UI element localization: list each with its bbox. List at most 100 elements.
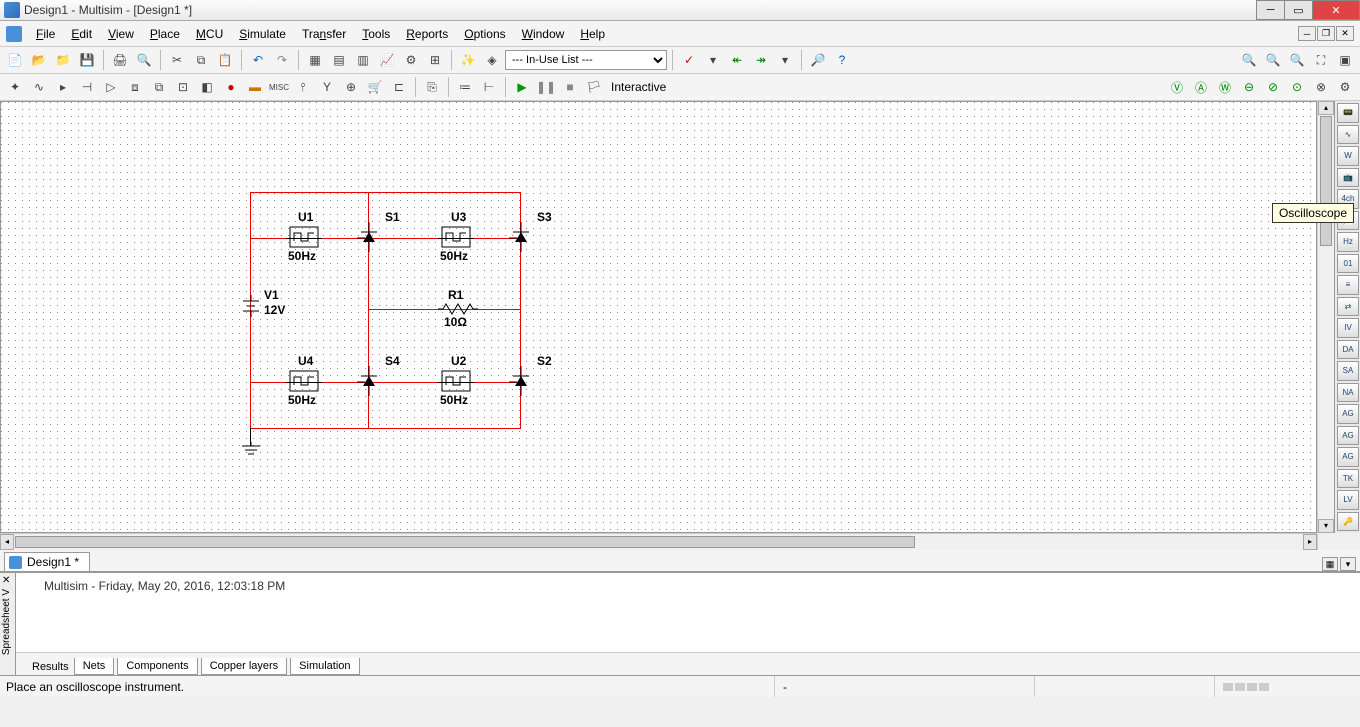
- component-v1[interactable]: [239, 295, 263, 317]
- component-s3[interactable]: [509, 222, 533, 252]
- place-ni-button[interactable]: 🛒: [364, 76, 386, 98]
- agilent-scope-icon[interactable]: AG: [1337, 447, 1359, 467]
- probe-ref-button[interactable]: ⊘: [1262, 76, 1284, 98]
- menu-view[interactable]: View: [100, 23, 142, 45]
- logic-converter-icon[interactable]: ⇄: [1337, 297, 1359, 317]
- close-button[interactable]: ✕: [1312, 0, 1360, 20]
- log-tab-simulation[interactable]: Simulation: [290, 658, 359, 675]
- vscroll-thumb[interactable]: [1320, 116, 1332, 246]
- labview-instrument-icon[interactable]: LV: [1337, 490, 1359, 510]
- place-cmos-button[interactable]: ⧉: [148, 76, 170, 98]
- network-analyzer-icon[interactable]: NA: [1337, 383, 1359, 403]
- run-button[interactable]: ▶: [511, 76, 533, 98]
- probe-diff-button[interactable]: ⊖: [1238, 76, 1260, 98]
- iv-analyzer-icon[interactable]: IV: [1337, 318, 1359, 338]
- component-r1[interactable]: [438, 302, 478, 316]
- find-button[interactable]: 🔎: [807, 49, 829, 71]
- place-mixed-button[interactable]: ◧: [196, 76, 218, 98]
- menu-file[interactable]: File: [28, 23, 63, 45]
- probe-settings-button[interactable]: ⊗: [1310, 76, 1332, 98]
- zoom-fit-button[interactable]: ⛶: [1310, 49, 1332, 71]
- place-electromech-button[interactable]: ⊕: [340, 76, 362, 98]
- paste-button[interactable]: 📋: [214, 49, 236, 71]
- place-misc-digital-button[interactable]: ⊡: [172, 76, 194, 98]
- inuse-list-combo[interactable]: --- In-Use List ---: [505, 50, 667, 70]
- horizontal-scrollbar[interactable]: ◂ ▸: [0, 533, 1317, 550]
- place-diode-button[interactable]: ▸: [52, 76, 74, 98]
- probe-v-button[interactable]: Ⓥ: [1166, 76, 1188, 98]
- mdi-restore[interactable]: ❐: [1317, 26, 1335, 41]
- component-u3[interactable]: [441, 226, 471, 248]
- probe-gear-button[interactable]: ⚙: [1334, 76, 1356, 98]
- scroll-down-arrow[interactable]: ▾: [1318, 519, 1334, 533]
- agilent-mm-icon[interactable]: AG: [1337, 426, 1359, 446]
- label-u1[interactable]: U1: [298, 210, 313, 224]
- scroll-right-arrow[interactable]: ▸: [1303, 534, 1317, 550]
- component-s2[interactable]: [509, 366, 533, 396]
- place-analog-button[interactable]: ▷: [100, 76, 122, 98]
- distortion-analyzer-icon[interactable]: DA: [1337, 340, 1359, 360]
- place-source-button[interactable]: ✦: [4, 76, 26, 98]
- schematic-canvas[interactable]: V1 12V R1 10Ω U1 50Hz U3 50Hz U4 50Hz: [1, 102, 1316, 532]
- analysis-button[interactable]: 🏳: [583, 76, 605, 98]
- place-hierarchy-button[interactable]: ⎘: [421, 76, 443, 98]
- toggle-design-toolbox-button[interactable]: ▦: [304, 49, 326, 71]
- place-ttl-button[interactable]: ⧈: [124, 76, 146, 98]
- minimize-button[interactable]: ─: [1256, 0, 1285, 20]
- place-power-button[interactable]: ▬: [244, 76, 266, 98]
- log-tab-copper[interactable]: Copper layers: [201, 658, 287, 675]
- place-misc-button[interactable]: MISC: [268, 76, 290, 98]
- component-u1[interactable]: [289, 226, 319, 248]
- export-button[interactable]: ▾: [774, 49, 796, 71]
- stop-button[interactable]: ■: [559, 76, 581, 98]
- zoom-area-button[interactable]: 🔍: [1286, 49, 1308, 71]
- copy-button[interactable]: ⧉: [190, 49, 212, 71]
- function-generator-icon[interactable]: ∿: [1337, 125, 1359, 145]
- cut-button[interactable]: ✂: [166, 49, 188, 71]
- zoom-in-button[interactable]: 🔍: [1238, 49, 1260, 71]
- wattmeter-icon[interactable]: W: [1337, 146, 1359, 166]
- tab-scroll-button[interactable]: ▦: [1322, 557, 1338, 571]
- tab-menu-button[interactable]: ▾: [1340, 557, 1356, 571]
- forward-annotate-button[interactable]: ↠: [750, 49, 772, 71]
- logic-analyzer-icon[interactable]: ≡: [1337, 275, 1359, 295]
- probe-p-button[interactable]: Ⓦ: [1214, 76, 1236, 98]
- spectrum-analyzer-icon[interactable]: SA: [1337, 361, 1359, 381]
- hscroll-thumb[interactable]: [15, 536, 915, 548]
- place-basic-button[interactable]: ∿: [28, 76, 50, 98]
- pause-button[interactable]: ❚❚: [535, 76, 557, 98]
- open-samples-button[interactable]: 📁: [52, 49, 74, 71]
- log-tab-components[interactable]: Components: [117, 658, 197, 675]
- label-u2[interactable]: U2: [451, 354, 466, 368]
- log-tab-nets[interactable]: Nets: [74, 658, 115, 675]
- toggle-spreadsheet-button[interactable]: ▤: [328, 49, 350, 71]
- label-s1[interactable]: S1: [385, 210, 400, 224]
- open-button[interactable]: 📂: [28, 49, 50, 71]
- redo-button[interactable]: ↷: [271, 49, 293, 71]
- place-connector-button[interactable]: ⊏: [388, 76, 410, 98]
- frequency-counter-icon[interactable]: Hz: [1337, 232, 1359, 252]
- fullscreen-button[interactable]: ▣: [1334, 49, 1356, 71]
- place-advanced-button[interactable]: ⫯: [292, 76, 314, 98]
- place-bus-button[interactable]: ≔: [454, 76, 476, 98]
- spreadsheet-close-icon[interactable]: ✕: [2, 575, 10, 586]
- grapher-button[interactable]: 📈: [376, 49, 398, 71]
- probe-vd-button[interactable]: ⊙: [1286, 76, 1308, 98]
- database-manager-button[interactable]: ▥: [352, 49, 374, 71]
- component-s4[interactable]: [357, 366, 381, 396]
- menu-window[interactable]: Window: [514, 23, 573, 45]
- place-rf-button[interactable]: Y: [316, 76, 338, 98]
- label-s3[interactable]: S3: [537, 210, 552, 224]
- vertical-scrollbar[interactable]: ▴ ▾: [1317, 101, 1334, 533]
- print-button[interactable]: 🖨: [109, 49, 131, 71]
- label-s2[interactable]: S2: [537, 354, 552, 368]
- place-junction-button[interactable]: ⊢: [478, 76, 500, 98]
- component-wizard-button[interactable]: ✨: [457, 49, 479, 71]
- scroll-left-arrow[interactable]: ◂: [0, 534, 14, 550]
- component-s1[interactable]: [357, 222, 381, 252]
- undo-button[interactable]: ↶: [247, 49, 269, 71]
- help-button[interactable]: ?: [831, 49, 853, 71]
- database-button[interactable]: ◈: [481, 49, 503, 71]
- menu-simulate[interactable]: Simulate: [231, 23, 294, 45]
- label-u3[interactable]: U3: [451, 210, 466, 224]
